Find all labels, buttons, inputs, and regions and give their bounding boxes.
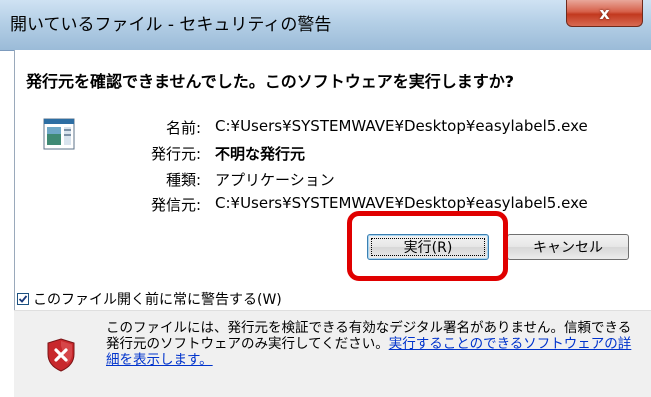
window-title: 開いているファイル - セキュリティの警告 (10, 15, 332, 35)
source-value: C:¥Users¥SYSTEMWAVE¥Desktop¥easylabel5.e… (215, 194, 588, 212)
application-icon (42, 116, 76, 152)
cancel-button[interactable]: キャンセル (507, 234, 629, 260)
footer-message: このファイルには、発行元を検証できる有効なデジタル署名がありません。信頼できる発… (106, 320, 641, 368)
title-bar[interactable]: 開いているファイル - セキュリティの警告 x (0, 0, 651, 51)
security-question: 発行元を確認できませんでした。このソフトウェアを実行しますか? (26, 72, 515, 91)
checkmark-icon (18, 295, 28, 303)
publisher-label: 発行元: (150, 145, 201, 163)
close-button[interactable]: x (566, 0, 643, 27)
type-label: 種類: (165, 171, 201, 189)
name-value: C:¥Users¥SYSTEMWAVE¥Desktop¥easylabel5.e… (215, 117, 588, 135)
warning-checkbox-row[interactable]: このファイル開く前に常に警告する(W) (17, 289, 282, 309)
warning-checkbox[interactable] (17, 293, 29, 305)
source-label: 発信元: (150, 196, 201, 214)
close-icon: x (599, 3, 610, 23)
type-value: アプリケーション (215, 171, 335, 189)
cancel-button-label: キャンセル (533, 240, 603, 256)
name-label: 名前: (165, 119, 201, 137)
warning-checkbox-label: このファイル開く前に常に警告する(W) (33, 292, 282, 308)
security-shield-icon (46, 338, 76, 372)
publisher-value: 不明な発行元 (215, 145, 306, 163)
red-highlight-box (347, 211, 508, 281)
